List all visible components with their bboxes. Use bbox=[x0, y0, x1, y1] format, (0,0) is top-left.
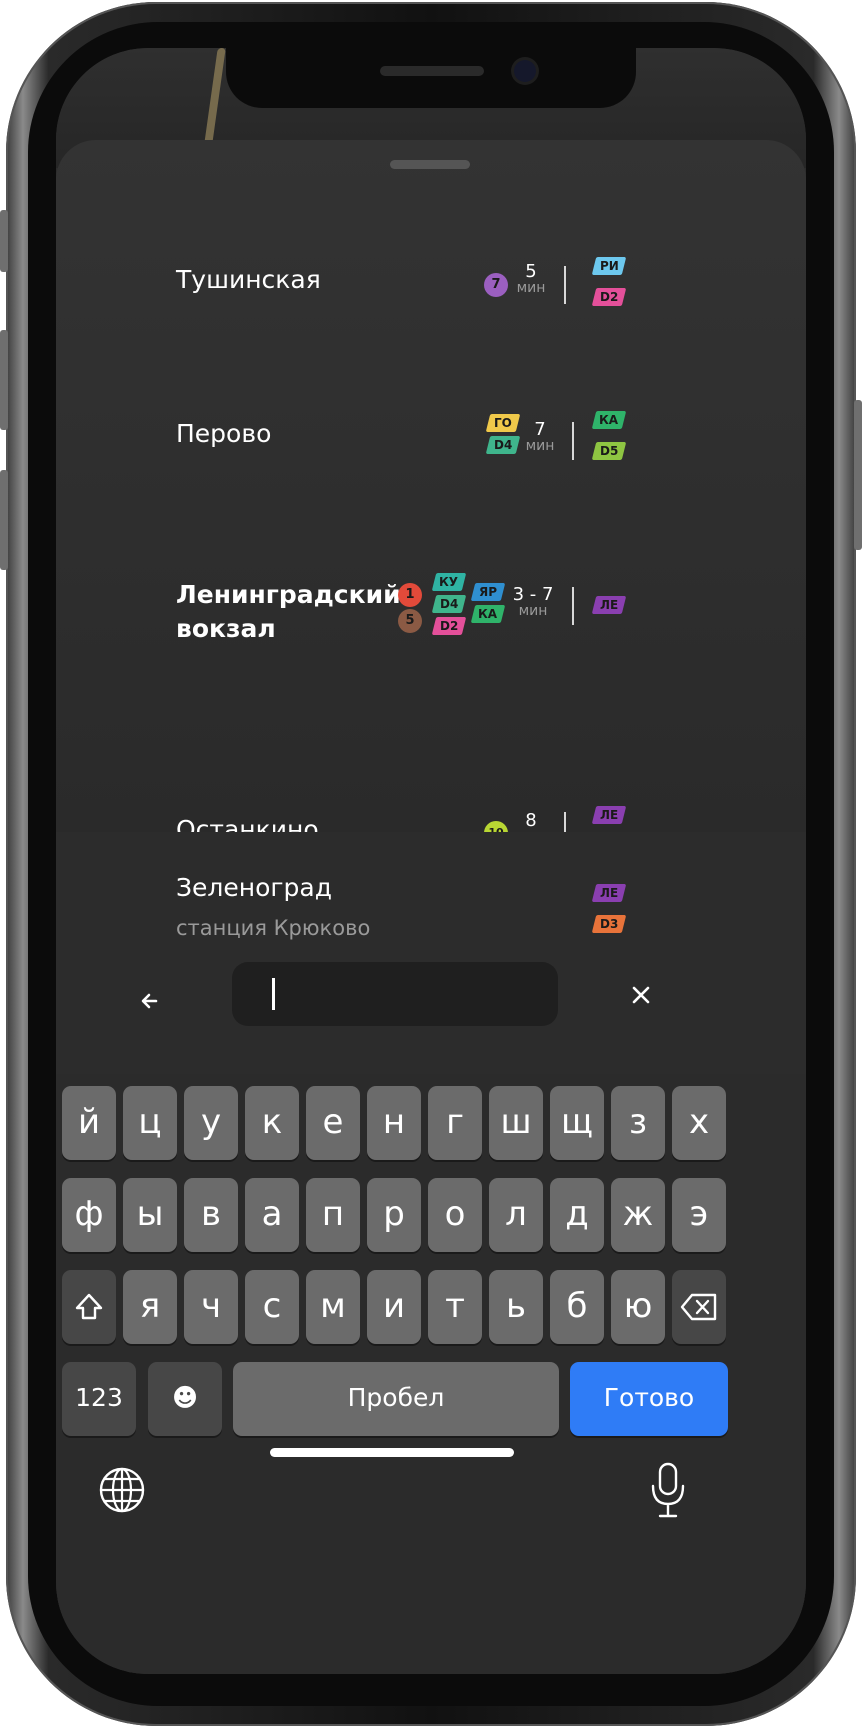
backspace-icon bbox=[680, 1293, 717, 1321]
arrow-left-icon[interactable] bbox=[136, 986, 166, 1016]
route-tag: ЛЕ bbox=[591, 884, 627, 902]
metro-line-badge: 7 bbox=[484, 273, 508, 297]
station-name-line1: Ленинградский bbox=[176, 580, 401, 609]
volume-down-button bbox=[0, 470, 8, 570]
mcd-tag: КА bbox=[470, 605, 506, 623]
key[interactable]: ц bbox=[123, 1086, 177, 1160]
mcd-tag: D4 bbox=[431, 595, 467, 613]
power-button bbox=[854, 400, 862, 550]
key[interactable]: б bbox=[550, 1270, 604, 1344]
travel-time-unit: мин bbox=[525, 438, 555, 454]
travel-time-unit: мин bbox=[518, 603, 548, 619]
search-panel: Зеленоград станция Крюково ЛЕ D3 й ц у к… bbox=[56, 832, 806, 1674]
key[interactable]: г bbox=[428, 1086, 482, 1160]
key[interactable]: к bbox=[245, 1086, 299, 1160]
key[interactable]: э bbox=[672, 1178, 726, 1252]
keyboard: й ц у к е н г ш щ з х ф ы в а п р о л д … bbox=[56, 1074, 806, 1674]
route-tag: D5 bbox=[591, 442, 627, 460]
metro-line-badge: 1 bbox=[398, 583, 422, 607]
search-input[interactable] bbox=[232, 962, 558, 1026]
key[interactable]: ы bbox=[123, 1178, 177, 1252]
shift-icon bbox=[75, 1293, 103, 1320]
key[interactable]: з bbox=[611, 1086, 665, 1160]
key[interactable]: н bbox=[367, 1086, 421, 1160]
travel-time-unit: мин bbox=[516, 280, 546, 296]
key[interactable]: ю bbox=[611, 1270, 665, 1344]
destination-subtitle: станция Крюково bbox=[176, 916, 371, 940]
divider bbox=[564, 266, 566, 304]
route-tag: КА bbox=[591, 411, 627, 429]
key[interactable]: м bbox=[306, 1270, 360, 1344]
travel-time: 5 bbox=[525, 261, 537, 282]
key[interactable]: п bbox=[306, 1178, 360, 1252]
divider bbox=[572, 587, 574, 625]
divider bbox=[572, 422, 574, 460]
route-tag: ЛЕ bbox=[591, 596, 627, 614]
home-indicator[interactable] bbox=[270, 1448, 514, 1457]
key[interactable]: ь bbox=[489, 1270, 543, 1344]
key[interactable]: щ bbox=[550, 1086, 604, 1160]
destination-name: Зеленоград bbox=[176, 873, 333, 902]
search-bar bbox=[56, 962, 806, 1042]
space-key[interactable]: Пробел bbox=[233, 1362, 559, 1436]
key[interactable]: х bbox=[672, 1086, 726, 1160]
done-key[interactable]: Готово bbox=[570, 1362, 728, 1436]
key[interactable]: е bbox=[306, 1086, 360, 1160]
key[interactable]: д bbox=[550, 1178, 604, 1252]
silent-switch bbox=[0, 210, 8, 272]
station-name-line2: вокзал bbox=[176, 614, 276, 643]
key[interactable]: у bbox=[184, 1086, 238, 1160]
notch bbox=[226, 48, 636, 108]
travel-time: 8 bbox=[525, 810, 537, 831]
sheet-drag-handle[interactable] bbox=[390, 160, 470, 169]
speaker-grille bbox=[380, 66, 484, 76]
screen: Тушинская 7 5 мин РИ D2 Перово ГО D4 7 м… bbox=[56, 48, 806, 1674]
route-tag: РИ bbox=[591, 257, 627, 275]
mcd-tag: ЯР bbox=[470, 583, 506, 601]
key[interactable]: т bbox=[428, 1270, 482, 1344]
route-tag: D3 bbox=[591, 915, 627, 933]
mcd-tag: КУ bbox=[431, 573, 467, 591]
globe-icon[interactable] bbox=[96, 1464, 148, 1516]
text-cursor bbox=[272, 978, 275, 1010]
route-tag: D2 bbox=[591, 288, 627, 306]
key[interactable]: с bbox=[245, 1270, 299, 1344]
key[interactable]: ф bbox=[62, 1178, 116, 1252]
station-name: Перово bbox=[176, 419, 272, 448]
key[interactable]: а bbox=[245, 1178, 299, 1252]
station-name: Тушинская bbox=[176, 265, 321, 294]
key[interactable]: я bbox=[123, 1270, 177, 1344]
key[interactable]: и bbox=[367, 1270, 421, 1344]
station-row-leningradsky[interactable]: Ленинградский вокзал 1 5 КУ D4 D2 ЯР КА … bbox=[56, 565, 806, 665]
key[interactable]: ч bbox=[184, 1270, 238, 1344]
stations-sheet: Тушинская 7 5 мин РИ D2 Перово ГО D4 7 м… bbox=[56, 140, 806, 840]
volume-up-button bbox=[0, 330, 8, 430]
numbers-key[interactable]: 123 bbox=[62, 1362, 136, 1436]
mcd-tag: D2 bbox=[431, 617, 467, 635]
key[interactable]: о bbox=[428, 1178, 482, 1252]
key[interactable]: ш bbox=[489, 1086, 543, 1160]
front-camera bbox=[514, 60, 536, 82]
destination-row[interactable]: Зеленоград станция Крюково ЛЕ D3 bbox=[56, 832, 806, 962]
key[interactable]: ж bbox=[611, 1178, 665, 1252]
key[interactable]: р bbox=[367, 1178, 421, 1252]
map-road bbox=[204, 48, 226, 144]
emoji-key[interactable]: ☻ bbox=[148, 1362, 222, 1436]
delete-key[interactable] bbox=[672, 1270, 726, 1344]
metro-line-badge: 5 bbox=[398, 609, 422, 633]
station-row-perovo[interactable]: Перово ГО D4 7 мин КА D5 bbox=[56, 394, 806, 474]
station-row-tushinskaya[interactable]: Тушинская 7 5 мин РИ D2 bbox=[56, 240, 806, 320]
station-row-ostankino[interactable]: Останкино 10 8 ЛЕ bbox=[56, 750, 806, 840]
shift-key[interactable] bbox=[62, 1270, 116, 1344]
travel-time: 7 bbox=[534, 419, 546, 440]
close-icon[interactable] bbox=[626, 980, 656, 1010]
microphone-icon[interactable] bbox=[648, 1460, 688, 1520]
key[interactable]: л bbox=[489, 1178, 543, 1252]
key[interactable]: в bbox=[184, 1178, 238, 1252]
travel-time: 3 - 7 bbox=[512, 584, 554, 605]
route-tag: ЛЕ bbox=[591, 806, 627, 824]
key[interactable]: й bbox=[62, 1086, 116, 1160]
emoji-icon: ☻ bbox=[171, 1383, 199, 1412]
